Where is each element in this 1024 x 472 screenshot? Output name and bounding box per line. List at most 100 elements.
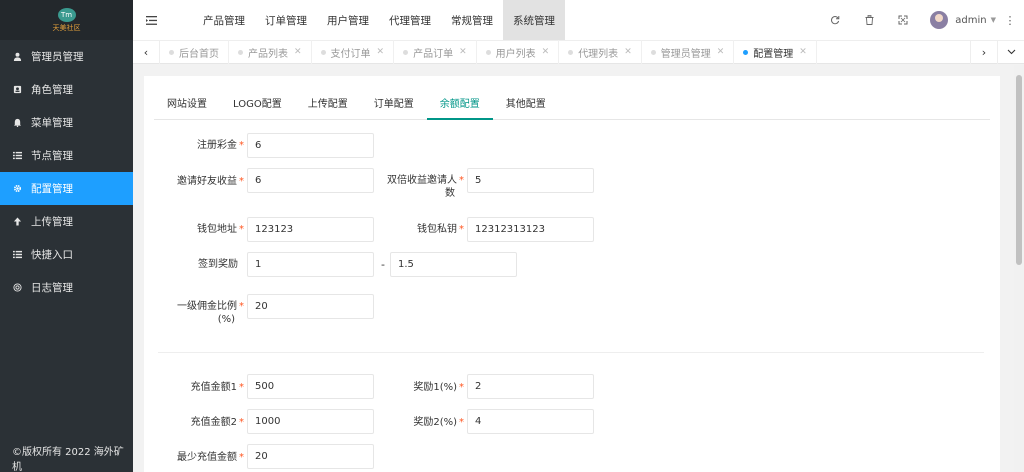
- commission-input[interactable]: [247, 294, 374, 319]
- recharge1-label: 充值金额1 *: [154, 381, 244, 394]
- wallet-address-label: 钱包地址 *: [154, 223, 244, 236]
- close-icon[interactable]: ✕: [294, 47, 302, 57]
- sidebar-item-menus[interactable]: 菜单管理: [0, 106, 133, 139]
- tab-payment-orders[interactable]: 支付订单 ✕: [312, 40, 395, 64]
- tab-product-orders[interactable]: 产品订单 ✕: [394, 40, 477, 64]
- close-icon[interactable]: ✕: [377, 47, 385, 57]
- sidebar-item-label: 配置管理: [31, 183, 73, 195]
- nav-orders[interactable]: 订单管理: [255, 0, 317, 40]
- header-actions: admin ▼ ⋮: [818, 0, 1024, 40]
- required-mark: *: [239, 452, 244, 463]
- sidebar-item-label: 管理员管理: [31, 51, 84, 63]
- tab-logo-config[interactable]: LOGO配置: [220, 93, 295, 120]
- required-mark: *: [239, 382, 244, 393]
- tabs-scroll-right-icon[interactable]: ›: [970, 40, 997, 64]
- commission-label-line1: 一级佣金比例: [177, 301, 237, 312]
- sidebar-item-label: 角色管理: [31, 84, 73, 96]
- fullscreen-icon[interactable]: [886, 15, 920, 25]
- wallet-key-label-text: 钱包私钥: [417, 224, 457, 235]
- gear-icon: [13, 184, 27, 193]
- tab-balance-config[interactable]: 余额配置: [426, 93, 493, 120]
- sidebar-item-label: 日志管理: [31, 282, 73, 294]
- user-icon: [13, 52, 27, 61]
- close-icon[interactable]: ✕: [717, 47, 725, 57]
- register-bonus-input[interactable]: [247, 133, 374, 158]
- close-icon[interactable]: ✕: [459, 47, 467, 57]
- close-icon[interactable]: ✕: [624, 47, 632, 57]
- sidebar-item-upload[interactable]: 上传管理: [0, 205, 133, 238]
- sidebar-item-logs[interactable]: 日志管理: [0, 271, 133, 304]
- signin-reward-max-input[interactable]: [390, 252, 517, 277]
- tab-label: 用户列表: [495, 48, 536, 60]
- recharge2-label: 充值金额2 *: [154, 416, 244, 429]
- page-tabs-bar: ‹ 后台首页 产品列表 ✕ 支付订单 ✕ 产品订单 ✕ 用户列表 ✕ 代理列表: [133, 40, 1024, 64]
- config-card: 网站设置 LOGO配置 上传配置 订单配置 余额配置 其他配置 注册彩金* 邀请…: [144, 76, 1000, 472]
- double-invite-input[interactable]: [467, 168, 594, 193]
- nav-general[interactable]: 常规管理: [441, 0, 503, 40]
- tab-other-config[interactable]: 其他配置: [493, 93, 559, 120]
- user-name[interactable]: admin: [955, 15, 986, 26]
- register-bonus-label: 注册彩金 *: [154, 139, 244, 152]
- scrollbar-thumb[interactable]: [1016, 75, 1022, 265]
- recharge2-input[interactable]: [247, 409, 374, 434]
- nav-users[interactable]: 用户管理: [317, 0, 379, 40]
- tab-site-settings[interactable]: 网站设置: [154, 93, 220, 120]
- tab-agent-list[interactable]: 代理列表 ✕: [559, 40, 642, 64]
- tab-product-list[interactable]: 产品列表 ✕: [229, 40, 312, 64]
- role-icon: [13, 85, 27, 94]
- recharge2-label-text: 充值金额2: [190, 417, 237, 428]
- close-icon[interactable]: ✕: [799, 47, 807, 57]
- sidebar-item-shortcuts[interactable]: 快捷入口: [0, 238, 133, 271]
- page-scrollbar[interactable]: [1014, 65, 1024, 472]
- more-vertical-icon[interactable]: ⋮: [996, 14, 1024, 27]
- tab-dot: [743, 49, 749, 55]
- log-icon: [13, 283, 27, 292]
- tab-dot: [568, 49, 574, 55]
- tabs-scroll-left-icon[interactable]: ‹: [133, 40, 160, 64]
- list-icon: [13, 250, 27, 259]
- wallet-address-label-text: 钱包地址: [197, 224, 237, 235]
- config-tabs: 网站设置 LOGO配置 上传配置 订单配置 余额配置 其他配置: [154, 93, 990, 120]
- nav-system[interactable]: 系统管理: [503, 0, 565, 40]
- trash-icon[interactable]: [852, 15, 886, 25]
- sidebar-item-label: 快捷入口: [31, 249, 73, 261]
- logo[interactable]: Tm 天美社区: [0, 0, 133, 40]
- wallet-address-input[interactable]: [247, 217, 374, 242]
- avatar[interactable]: [930, 11, 949, 29]
- sidebar-item-config[interactable]: 配置管理: [0, 172, 133, 205]
- tab-order-config[interactable]: 订单配置: [361, 93, 427, 120]
- close-icon[interactable]: ✕: [542, 47, 550, 57]
- min-recharge-input[interactable]: [247, 444, 374, 469]
- tab-label: 代理列表: [578, 48, 619, 60]
- double-invite-label-line1: 双倍收益邀请人: [387, 175, 457, 186]
- refresh-icon[interactable]: [818, 15, 852, 25]
- tab-admin-management[interactable]: 管理员管理 ✕: [642, 40, 735, 64]
- wallet-key-label: 钱包私钥 *: [374, 223, 464, 236]
- tab-label: 产品列表: [248, 48, 288, 60]
- top-nav: 产品管理 订单管理 用户管理 代理管理 常规管理 系统管理: [193, 0, 565, 40]
- nav-products[interactable]: 产品管理: [193, 0, 255, 40]
- tab-home[interactable]: 后台首页: [160, 40, 229, 64]
- tab-config-management[interactable]: 配置管理 ✕: [734, 40, 817, 64]
- menu-toggle-icon[interactable]: [133, 15, 169, 25]
- sidebar-item-roles[interactable]: 角色管理: [0, 73, 133, 106]
- tab-upload-config[interactable]: 上传配置: [295, 93, 361, 120]
- sidebar-item-label: 菜单管理: [31, 117, 73, 129]
- reward1-input[interactable]: [467, 374, 594, 399]
- sidebar-item-nodes[interactable]: 节点管理: [0, 139, 133, 172]
- tab-user-list[interactable]: 用户列表 ✕: [477, 40, 560, 64]
- page-tabs: 后台首页 产品列表 ✕ 支付订单 ✕ 产品订单 ✕ 用户列表 ✕ 代理列表 ✕: [160, 40, 970, 64]
- reward1-label-text: 奖励1(%): [413, 382, 457, 393]
- wallet-key-input[interactable]: [467, 217, 594, 242]
- logo-mark: Tm: [57, 7, 76, 22]
- invite-income-input[interactable]: [247, 168, 374, 193]
- reward2-input[interactable]: [467, 409, 594, 434]
- signin-reward-min-input[interactable]: [247, 252, 374, 277]
- commission-label: 一级佣金比例 * (%): [154, 300, 244, 326]
- tabs-menu-chevron-down-icon[interactable]: [997, 40, 1024, 64]
- sidebar-item-admin[interactable]: 管理员管理: [0, 40, 133, 73]
- invite-income-label: 邀请好友收益 *: [154, 175, 244, 188]
- double-invite-label: 双倍收益邀请人 * 数: [374, 174, 464, 200]
- recharge1-input[interactable]: [247, 374, 374, 399]
- nav-agents[interactable]: 代理管理: [379, 0, 441, 40]
